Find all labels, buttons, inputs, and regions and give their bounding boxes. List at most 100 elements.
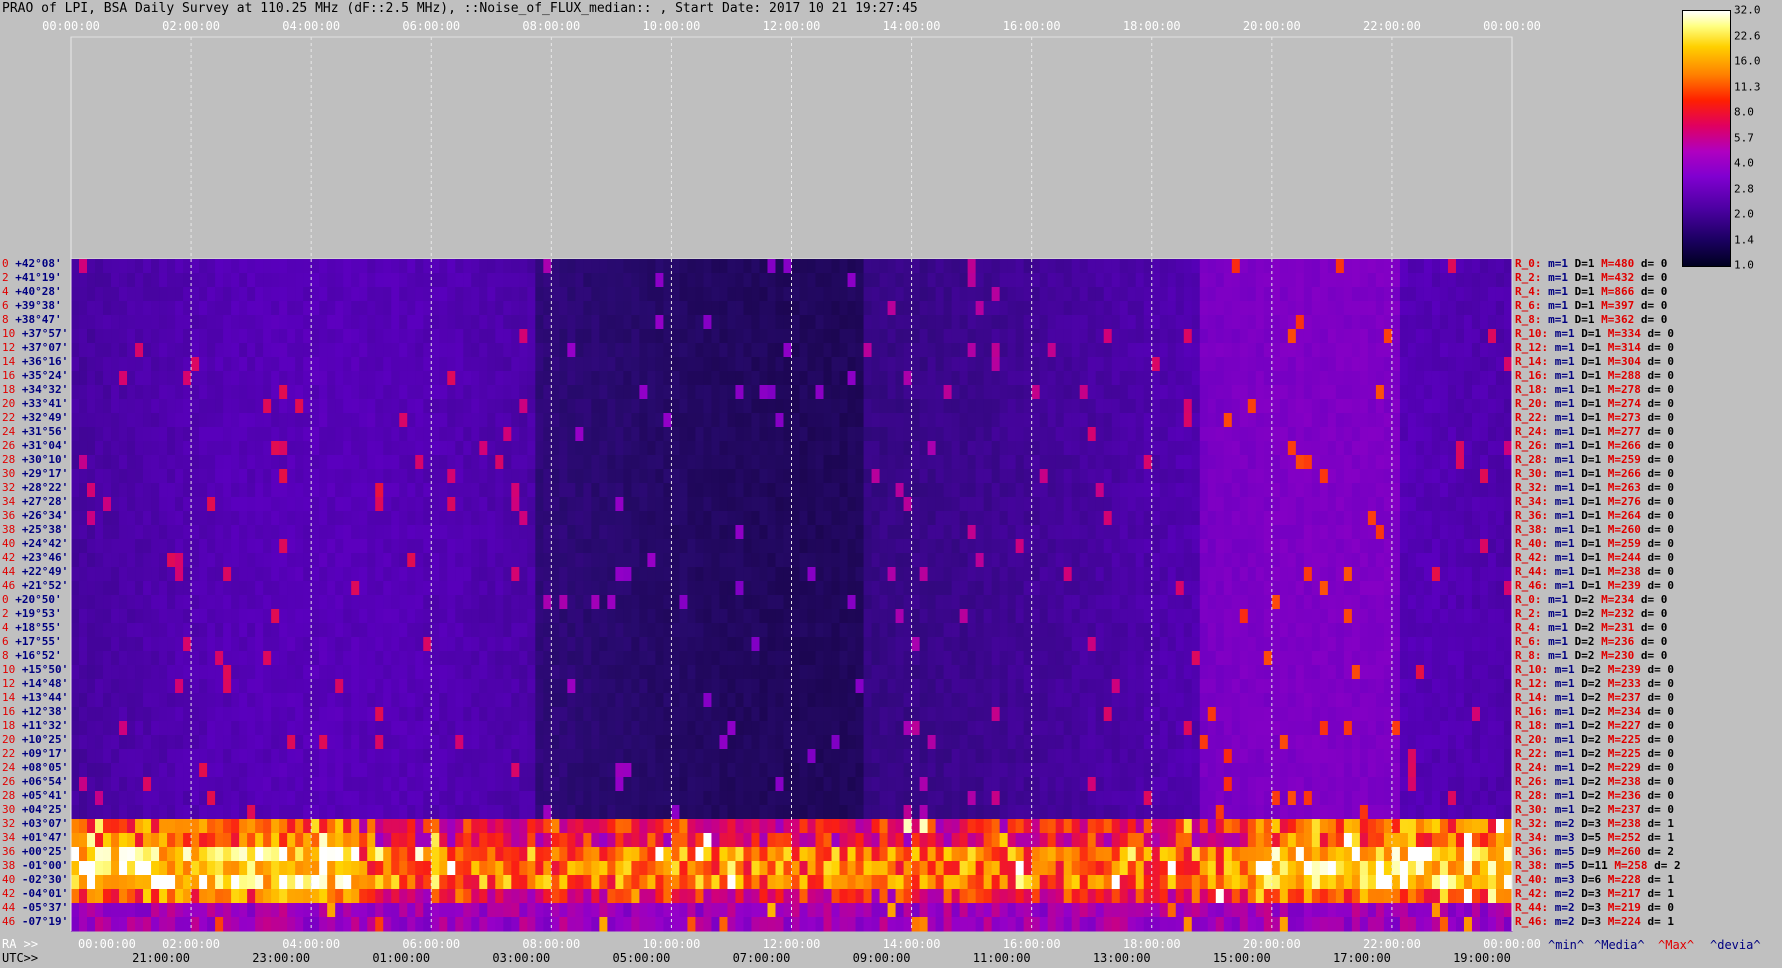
heatmap-cell xyxy=(1207,623,1217,638)
heatmap-cell xyxy=(887,623,897,638)
heatmap-cell xyxy=(1015,581,1025,596)
heatmap-cell xyxy=(1199,469,1209,484)
heatmap-cell xyxy=(959,413,969,428)
heatmap-cell xyxy=(1351,623,1361,638)
heatmap-cell xyxy=(983,343,993,358)
heatmap-cell xyxy=(519,511,528,526)
heatmap-cell xyxy=(591,287,600,302)
heatmap-cell xyxy=(1423,357,1433,372)
heatmap-cell xyxy=(359,609,368,624)
heatmap-cell xyxy=(1055,511,1065,526)
heatmap-cell xyxy=(735,357,744,372)
heatmap-cell xyxy=(311,539,320,554)
heatmap-cell xyxy=(887,469,897,484)
heatmap-cell xyxy=(1495,469,1505,484)
heatmap-cell xyxy=(111,273,120,288)
heatmap-cell xyxy=(1375,357,1385,372)
heatmap-cell xyxy=(471,539,480,554)
heatmap-cell xyxy=(503,581,512,596)
heatmap-cell xyxy=(1031,637,1041,652)
heatmap-cell xyxy=(223,315,232,330)
heatmap-cell xyxy=(1439,329,1449,344)
heatmap-cell xyxy=(223,357,232,372)
heatmap-cell xyxy=(727,441,736,456)
heatmap-cell xyxy=(791,581,801,596)
heatmap-cell xyxy=(783,441,792,456)
heatmap-cell xyxy=(127,469,136,484)
heatmap-cell xyxy=(447,399,456,414)
heatmap-cell xyxy=(303,385,312,400)
heatmap-cell xyxy=(295,455,304,470)
heatmap-cell xyxy=(1039,609,1049,624)
heatmap-cell xyxy=(1455,609,1465,624)
heatmap-cell xyxy=(1167,329,1177,344)
heatmap-cell xyxy=(815,441,825,456)
heatmap-cell xyxy=(127,539,136,554)
heatmap-cell xyxy=(431,469,440,484)
heatmap-cell xyxy=(1167,301,1177,316)
heatmap-cell xyxy=(799,399,809,414)
heatmap-cell xyxy=(1367,609,1377,624)
heatmap-cell xyxy=(1295,581,1305,596)
heatmap-cell xyxy=(479,287,488,302)
heatmap-cell xyxy=(519,469,528,484)
heatmap-cell xyxy=(207,483,216,498)
heatmap-cell xyxy=(759,581,768,596)
heatmap-cell xyxy=(1343,315,1353,330)
heatmap-cell xyxy=(1503,567,1513,582)
heatmap-cell xyxy=(327,539,336,554)
heatmap-cell xyxy=(439,511,448,526)
heatmap-cell xyxy=(799,413,809,428)
heatmap-cell xyxy=(671,427,680,442)
heatmap-cell xyxy=(247,623,256,638)
heatmap-cell xyxy=(1311,581,1321,596)
heatmap-cell xyxy=(311,259,320,274)
heatmap-cell xyxy=(655,301,664,316)
heatmap-cell xyxy=(383,553,392,568)
heatmap-cell xyxy=(159,301,168,316)
heatmap-cell xyxy=(1023,259,1033,274)
heatmap-cell xyxy=(927,287,937,302)
heatmap-cell xyxy=(119,301,128,316)
heatmap-cell xyxy=(1159,371,1169,386)
heatmap-cell xyxy=(1143,329,1153,344)
heatmap-cell xyxy=(1311,455,1321,470)
heatmap-cell xyxy=(175,315,184,330)
heatmap-cell xyxy=(151,595,160,610)
heatmap-cell xyxy=(999,357,1009,372)
heatmap-cell xyxy=(1159,273,1169,288)
heatmap-cell xyxy=(519,287,528,302)
heatmap-cell xyxy=(623,371,632,386)
heatmap-cell xyxy=(1279,315,1289,330)
heatmap-cell xyxy=(951,455,961,470)
heatmap-cell xyxy=(735,329,744,344)
heatmap-cell xyxy=(1015,413,1025,428)
heatmap-cell xyxy=(615,469,624,484)
heatmap-cell xyxy=(639,623,648,638)
heatmap-cell xyxy=(711,301,720,316)
heatmap-cell xyxy=(159,315,168,330)
heatmap-cell xyxy=(831,343,841,358)
heatmap-cell xyxy=(111,469,120,484)
heatmap-cell xyxy=(191,427,200,442)
heatmap-cell xyxy=(1215,455,1225,470)
heatmap-cell xyxy=(1447,259,1457,274)
heatmap-cell xyxy=(1335,581,1345,596)
heatmap-cell xyxy=(647,553,656,568)
heatmap-cell xyxy=(1215,287,1225,302)
heatmap-cell xyxy=(103,259,112,274)
heatmap-cell xyxy=(1071,553,1081,568)
heatmap-cell xyxy=(527,483,536,498)
heatmap-cell xyxy=(279,609,288,624)
heatmap-cell xyxy=(615,301,624,316)
heatmap-cell xyxy=(327,329,336,344)
heatmap-cell xyxy=(535,413,544,428)
heatmap-cell xyxy=(967,525,977,540)
heatmap-cell xyxy=(999,469,1009,484)
heatmap-cell xyxy=(807,511,817,526)
heatmap-cell xyxy=(135,511,144,526)
heatmap-cell xyxy=(1447,511,1457,526)
heatmap-cell xyxy=(303,497,312,512)
heatmap-cell xyxy=(303,637,312,652)
heatmap-cell xyxy=(1031,413,1041,428)
